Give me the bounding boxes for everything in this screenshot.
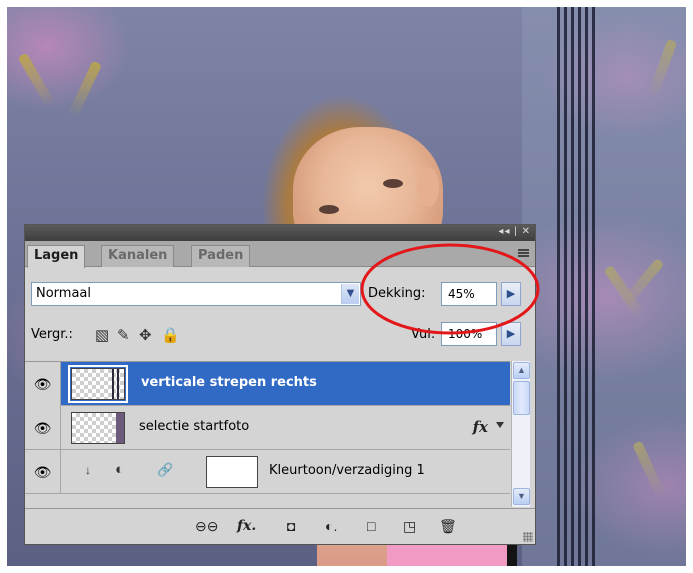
layers-scrollbar[interactable]: ▲ ▼ <box>511 361 530 507</box>
visibility-eye-icon[interactable]: 👁 <box>25 406 61 450</box>
girl-ear <box>417 167 439 207</box>
blend-opacity-row: Normaal ▼ Dekking: 45% ▶ <box>31 281 529 311</box>
vertical-stripe <box>578 7 581 566</box>
link-layers-icon[interactable]: ⊖⊖ <box>195 518 218 534</box>
adjustment-layer-icon[interactable]: ◐ <box>115 462 124 477</box>
right-eye <box>383 179 403 188</box>
layer-row[interactable]: 👁 selectie startfoto fx <box>25 406 510 450</box>
lock-transparency-icon[interactable]: ▧ <box>95 328 109 343</box>
flower-decoration <box>67 60 102 120</box>
layer-row[interactable]: 👁 verticale strepen rechts <box>25 362 510 406</box>
visibility-eye-icon[interactable]: 👁 <box>25 362 61 406</box>
new-layer-icon[interactable]: ◳ <box>403 518 416 534</box>
vertical-stripe <box>585 7 588 566</box>
vertical-stripe <box>564 7 567 566</box>
visibility-eye-icon[interactable]: 👁 <box>25 450 61 494</box>
expand-effects-icon[interactable] <box>496 422 504 428</box>
link-icon[interactable]: 🔗 <box>157 463 173 477</box>
layer-row[interactable]: 👁 ↓ ◐ 🔗 Kleurtoon/verzadiging 1 <box>25 450 510 494</box>
vertical-stripe <box>571 7 574 566</box>
mask-icon[interactable]: ◘ <box>287 518 295 534</box>
vertical-stripe <box>592 7 595 566</box>
adjustment-icon[interactable]: ◐. <box>325 518 337 534</box>
layer-thumbnail[interactable] <box>68 365 128 403</box>
scroll-down-icon[interactable]: ▼ <box>513 488 530 505</box>
blend-mode-value: Normaal <box>36 286 92 301</box>
layers-bottom-toolbar: ⊖⊖ fx. ◘ ◐. □ ◳ 🗑 <box>25 508 535 544</box>
trash-icon[interactable]: 🗑 <box>439 518 457 534</box>
tab-paden[interactable]: Paden <box>191 245 251 267</box>
clipping-arrow-icon: ↓ <box>85 463 91 477</box>
fill-slider-button[interactable]: ▶ <box>501 322 521 346</box>
panel-window-controls[interactable]: ◂◂ | ✕ <box>498 226 531 237</box>
layer-name[interactable]: selectie startfoto <box>139 419 249 434</box>
vertical-stripe <box>557 7 560 566</box>
layers-list: 👁 verticale strepen rechts 👁 selectie st… <box>25 361 510 507</box>
thumbnail-stripe <box>112 369 114 399</box>
chevron-down-icon[interactable]: ▼ <box>341 284 359 304</box>
flower-decoration <box>17 52 57 110</box>
lock-paint-icon[interactable]: ✎ <box>117 328 130 343</box>
lock-label: Vergr.: <box>31 327 73 342</box>
thumbnail-stripe <box>116 413 124 443</box>
layers-panel: ◂◂ | ✕ Lagen Kanalen Paden Normaal ▼ Dek… <box>24 224 536 545</box>
layer-name[interactable]: verticale strepen rechts <box>141 375 317 390</box>
layer-mask-thumbnail[interactable] <box>206 456 258 488</box>
fill-label: Vul: <box>411 327 436 342</box>
tab-lagen[interactable]: Lagen <box>27 245 86 268</box>
scroll-up-icon[interactable]: ▲ <box>513 362 530 379</box>
panel-title-bar[interactable]: ◂◂ | ✕ <box>25 225 535 241</box>
lock-all-icon[interactable]: 🔒 <box>161 328 180 343</box>
group-icon[interactable]: □ <box>367 518 375 534</box>
opacity-slider-button[interactable]: ▶ <box>501 282 521 306</box>
photo-right-pane <box>522 7 686 566</box>
fx-icon[interactable]: fx. <box>237 518 256 534</box>
opacity-label: Dekking: <box>368 286 426 301</box>
layer-name[interactable]: Kleurtoon/verzadiging 1 <box>269 463 425 478</box>
lock-position-icon[interactable]: ✥ <box>139 328 152 343</box>
tab-kanalen[interactable]: Kanalen <box>101 245 175 267</box>
layer-thumbnail[interactable] <box>71 412 125 444</box>
resize-grip[interactable] <box>523 532 533 542</box>
left-eye <box>319 205 339 214</box>
panel-tabs: Lagen Kanalen Paden <box>25 241 535 268</box>
blend-mode-select[interactable]: Normaal ▼ <box>31 282 361 306</box>
opacity-input[interactable]: 45% <box>441 282 497 306</box>
scroll-thumb[interactable] <box>513 381 530 415</box>
layer-effects-icon[interactable]: fx <box>473 418 488 436</box>
lock-fill-row: Vergr.: ▧ ✎ ✥ 🔒 Vul: 100% ▶ <box>31 321 529 351</box>
panel-menu-icon[interactable] <box>518 249 529 257</box>
fill-input[interactable]: 100% <box>441 322 497 346</box>
thumbnail-stripe <box>117 369 119 399</box>
